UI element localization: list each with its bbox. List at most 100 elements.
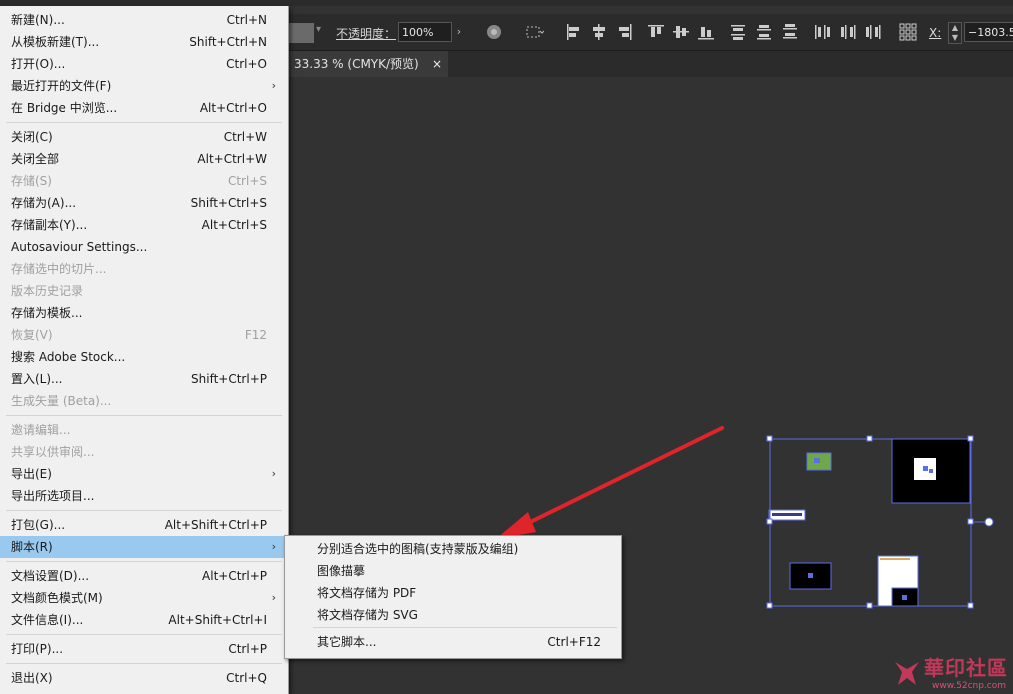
distribute-right-icon[interactable] (864, 22, 884, 42)
menu-item-label: 版本历史记录 (11, 284, 84, 298)
menu-item-shortcut: F12 (244, 328, 267, 342)
menu-item-label: 恢复(V) (11, 328, 53, 342)
align-left-icon[interactable] (564, 22, 584, 42)
menu-item-11: 存储选中的切片... (0, 258, 286, 280)
menu-item-shortcut: Shift+Ctrl+S (190, 196, 267, 210)
script-item-shortcut: Ctrl+F12 (547, 635, 601, 649)
chevron-down-icon[interactable]: ▾ (316, 24, 321, 35)
menu-item-2[interactable]: 打开(O)... Ctrl+O (0, 53, 286, 75)
control-bar: ▾ 不透明度： › X: ▲▼ (288, 14, 1013, 51)
menu-item-1[interactable]: 从模板新建(T)... Shift+Ctrl+N (0, 31, 286, 53)
align-to-icon[interactable] (524, 22, 545, 42)
menu-item-label: 打包(G)... (11, 518, 66, 532)
menu-item-24[interactable]: 文档设置(D)... Alt+Ctrl+P (0, 565, 286, 587)
stroke-swatch[interactable] (288, 23, 314, 43)
submenu-separator (313, 627, 617, 628)
menu-item-label: 导出(E) (11, 467, 52, 481)
menu-item-5[interactable]: 关闭(C) Ctrl+W (0, 126, 286, 148)
menu-item-shortcut: Alt+Ctrl+O (199, 101, 267, 115)
transform-grid-icon[interactable] (898, 22, 918, 42)
scripts-submenu: 分别适合选中的图稿(支持蒙版及编组) 图像描摹 将文档存储为 PDF 将文档存储为 S… (284, 535, 622, 659)
menu-item-14: 恢复(V) F12 (0, 324, 286, 346)
menu-item-shortcut: Alt+Shift+Ctrl+I (168, 613, 267, 627)
menu-item-label: 文档颜色模式(M) (11, 591, 103, 605)
menu-item-0[interactable]: 新建(N)... Ctrl+N (0, 9, 286, 31)
menu-item-16[interactable]: 置入(L)... Shift+Ctrl+P (0, 368, 286, 390)
menu-item-27[interactable]: 打印(P)... Ctrl+P (0, 638, 286, 660)
menu-item-shortcut: Shift+Ctrl+N (189, 35, 267, 49)
menu-item-13[interactable]: 存储为模板... (0, 302, 286, 324)
menu-item-label: 文档设置(D)... (11, 569, 90, 583)
menu-item-10[interactable]: Autosaviour Settings... (0, 236, 286, 258)
selected-artwork[interactable] (760, 428, 1013, 618)
script-item-label: 将文档存储为 SVG (317, 608, 418, 622)
menu-item-label: 文件信息(I)... (11, 613, 84, 627)
align-right-icon[interactable] (614, 22, 634, 42)
x-coordinate-label[interactable]: X: (929, 26, 941, 40)
menu-item-label: 邀请编辑... (11, 423, 71, 437)
menu-item-shortcut: Alt+Ctrl+S (201, 218, 267, 232)
menu-item-label: 关闭全部 (11, 152, 60, 166)
x-coordinate-input[interactable] (964, 22, 1013, 42)
script-item-3[interactable]: 将文档存储为 SVG (285, 604, 621, 626)
script-item-0[interactable]: 分别适合选中的图稿(支持蒙版及编组) (285, 538, 621, 560)
menu-item-label: 存储(S) (11, 174, 52, 188)
recolor-icon[interactable] (484, 22, 504, 42)
menu-item-label: 导出所选项目... (11, 489, 95, 503)
menu-item-12: 版本历史记录 (0, 280, 286, 302)
opacity-dropdown-icon[interactable]: › (452, 22, 466, 42)
opacity-input[interactable] (398, 22, 452, 42)
menu-item-19: 共享以供审阅... (0, 441, 286, 463)
chevron-right-icon: › (271, 540, 276, 553)
chevron-right-icon: › (271, 79, 276, 92)
document-tab[interactable]: 33.33 % (CMYK/预览) × (288, 51, 448, 77)
menu-item-7: 存储(S) Ctrl+S (0, 170, 286, 192)
menu-item-label: 最近打开的文件(F) (11, 79, 112, 93)
menu-item-shortcut: Shift+Ctrl+P (191, 372, 267, 386)
menu-item-label: 存储副本(Y)... (11, 218, 88, 232)
menu-item-label: 打开(O)... (11, 57, 66, 71)
menu-separator (6, 663, 282, 664)
distribute-left-icon[interactable] (812, 22, 832, 42)
distribute-top-icon[interactable] (728, 22, 748, 42)
menu-item-25[interactable]: 文档颜色模式(M) › (0, 587, 286, 609)
script-item-2[interactable]: 将文档存储为 PDF (285, 582, 621, 604)
script-item-1[interactable]: 图像描摹 (285, 560, 621, 582)
menu-item-label: 打印(P)... (11, 642, 64, 656)
menu-item-21[interactable]: 导出所选项目... (0, 485, 286, 507)
distribute-bottom-icon[interactable] (780, 22, 800, 42)
menu-item-8[interactable]: 存储为(A)... Shift+Ctrl+S (0, 192, 286, 214)
menu-item-26[interactable]: 文件信息(I)... Alt+Shift+Ctrl+I (0, 609, 286, 631)
chevron-right-icon: › (271, 467, 276, 480)
x-stepper[interactable]: ▲ ▼ (948, 22, 962, 44)
align-middle-v-icon[interactable] (671, 22, 691, 42)
menu-item-22[interactable]: 打包(G)... Alt+Shift+Ctrl+P (0, 514, 286, 536)
menu-item-shortcut: Alt+Ctrl+P (202, 569, 267, 583)
watermark-text: 華印社區 (924, 656, 1008, 680)
menu-item-23[interactable]: 脚本(R) › (0, 536, 286, 558)
menu-item-6[interactable]: 关闭全部 Alt+Ctrl+W (0, 148, 286, 170)
menu-item-15[interactable]: 搜索 Adobe Stock... (0, 346, 286, 368)
menu-item-shortcut: Ctrl+S (227, 174, 267, 188)
distribute-center-v-icon[interactable] (754, 22, 774, 42)
align-top-icon[interactable] (646, 22, 666, 42)
menu-item-shortcut: Ctrl+W (223, 130, 267, 144)
menu-item-20[interactable]: 导出(E) › (0, 463, 286, 485)
distribute-center-h-icon[interactable] (838, 22, 858, 42)
menu-item-shortcut: Ctrl+N (226, 13, 267, 27)
opacity-label[interactable]: 不透明度： (336, 25, 396, 42)
menu-item-label: Autosaviour Settings... (11, 240, 148, 254)
watermark-logo-icon (895, 662, 919, 685)
script-item-4[interactable]: 其它脚本... Ctrl+F12 (285, 631, 621, 653)
close-icon[interactable]: × (432, 51, 442, 77)
menu-item-9[interactable]: 存储副本(Y)... Alt+Ctrl+S (0, 214, 286, 236)
menu-item-3[interactable]: 最近打开的文件(F) › (0, 75, 286, 97)
menu-item-label: 从模板新建(T)... (11, 35, 100, 49)
menu-item-18: 邀请编辑... (0, 419, 286, 441)
menu-item-label: 共享以供审阅... (11, 445, 95, 459)
menu-item-4[interactable]: 在 Bridge 中浏览... Alt+Ctrl+O (0, 97, 286, 119)
menu-item-shortcut: Ctrl+P (228, 642, 267, 656)
align-center-h-icon[interactable] (589, 22, 609, 42)
menu-item-28[interactable]: 退出(X) Ctrl+Q (0, 667, 286, 689)
align-bottom-icon[interactable] (696, 22, 716, 42)
